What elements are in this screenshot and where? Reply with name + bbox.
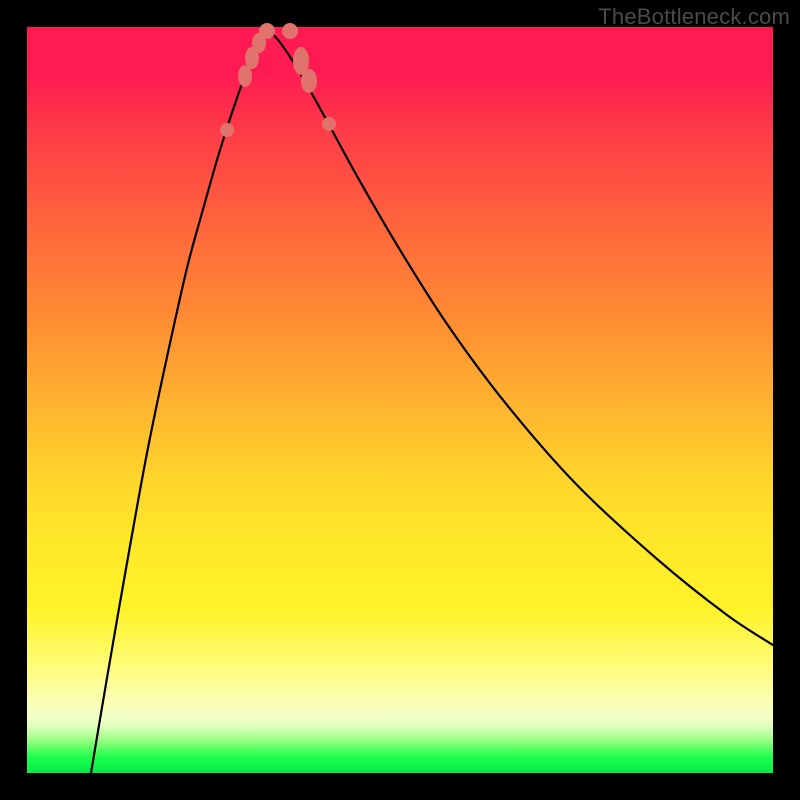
small-dot-upper-left <box>220 123 234 137</box>
outer-frame: TheBottleneck.com <box>0 0 800 800</box>
plot-area <box>27 27 773 773</box>
floor-dot-left <box>259 23 275 39</box>
floor-dot-right <box>282 23 298 39</box>
curve-layer <box>27 27 773 773</box>
curve-left-branch <box>91 31 269 773</box>
small-dot-upper-right <box>322 117 336 131</box>
curve-right-branch <box>269 31 773 645</box>
bead-right-2 <box>301 69 317 93</box>
curve-group <box>91 31 773 773</box>
watermark-text: TheBottleneck.com <box>598 4 790 30</box>
